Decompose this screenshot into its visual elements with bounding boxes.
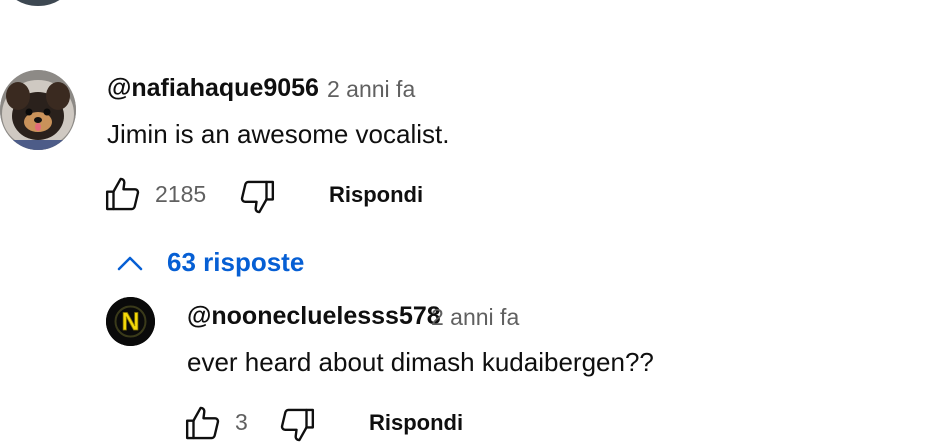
thumbs-down-icon: [278, 406, 316, 444]
thumbs-down-icon: [238, 178, 276, 216]
reply-reply-button[interactable]: Rispondi: [369, 410, 463, 436]
comment-author[interactable]: @nafiahaque9056: [107, 74, 319, 103]
replies-toggle[interactable]: 63 risposte: [115, 247, 304, 278]
reply-dislike-button[interactable]: [278, 406, 316, 444]
replies-toggle-label: 63 risposte: [167, 247, 305, 277]
thumbs-up-icon: [184, 404, 222, 442]
reply-text: ever heard about dimash kudaibergen??: [187, 347, 654, 377]
reply-author[interactable]: @noonecluelesss578: [187, 302, 441, 331]
thumbs-up-icon: [104, 175, 142, 213]
comment-text: Jimin is an awesome vocalist.: [107, 119, 450, 149]
comment-timestamp[interactable]: 2 anni fa: [327, 76, 415, 103]
like-count: 2185: [155, 181, 207, 207]
chevron-up-icon: [115, 253, 145, 273]
reply-like-count: 3: [235, 409, 248, 435]
reply-button[interactable]: Rispondi: [329, 182, 423, 208]
like-button[interactable]: [104, 175, 142, 213]
dislike-button[interactable]: [238, 178, 276, 216]
reply-like-button[interactable]: [184, 404, 222, 442]
reply-timestamp[interactable]: 2 anni fa: [431, 304, 519, 331]
previous-avatar[interactable]: [6, 0, 70, 6]
svg-text:N: N: [121, 308, 139, 336]
avatar[interactable]: [0, 70, 76, 150]
reply-avatar[interactable]: N: [106, 297, 155, 346]
